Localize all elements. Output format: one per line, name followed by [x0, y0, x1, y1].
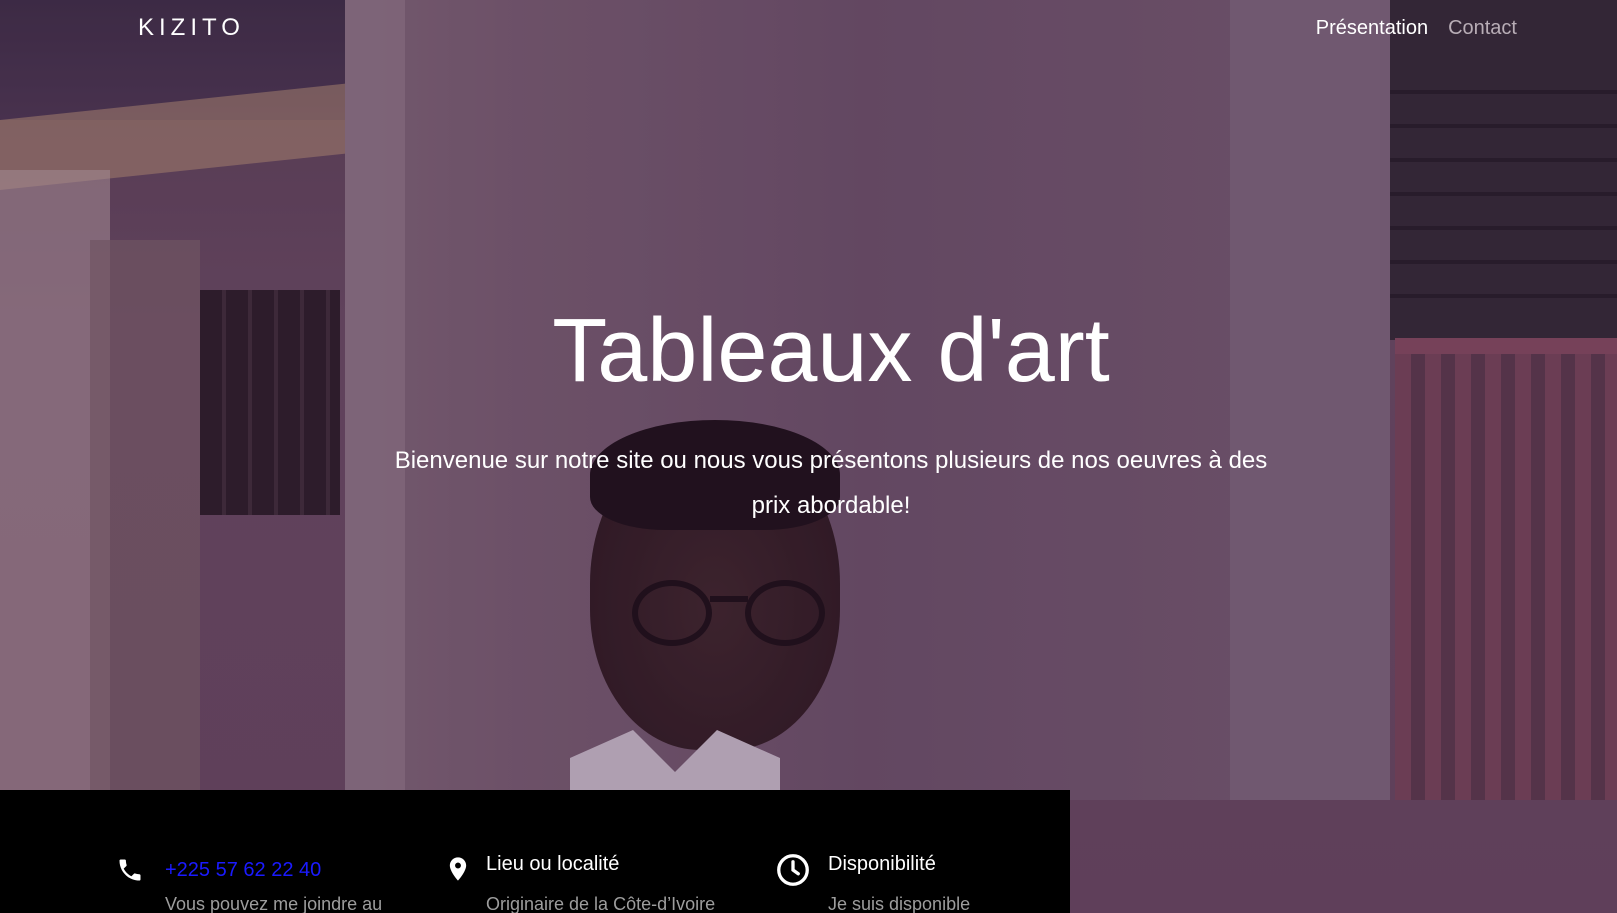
nav-link-contact[interactable]: Contact	[1448, 17, 1517, 40]
location-heading: Lieu ou localité	[486, 853, 620, 875]
availability-description: Je suis disponible	[828, 894, 971, 913]
hero-title: Tableaux d'art	[552, 301, 1110, 401]
brand-logo[interactable]: KIZITO	[138, 14, 245, 42]
clock-icon	[775, 852, 811, 888]
location-description: Originaire de la Côte-d’Ivoire	[486, 894, 716, 913]
availability-heading: Disponibilité	[828, 853, 936, 875]
nav-link-presentation[interactable]: Présentation	[1316, 17, 1428, 40]
phone-description: Vous pouvez me joindre au	[165, 894, 383, 913]
phone-icon	[116, 852, 152, 888]
phone-number-link[interactable]: +225 57 62 22 40	[165, 859, 321, 882]
main-nav: Présentation Contact	[1316, 17, 1517, 40]
hero-subtitle: Bienvenue sur notre site ou nous vous pr…	[394, 447, 1268, 519]
location-pin-icon	[444, 852, 480, 888]
